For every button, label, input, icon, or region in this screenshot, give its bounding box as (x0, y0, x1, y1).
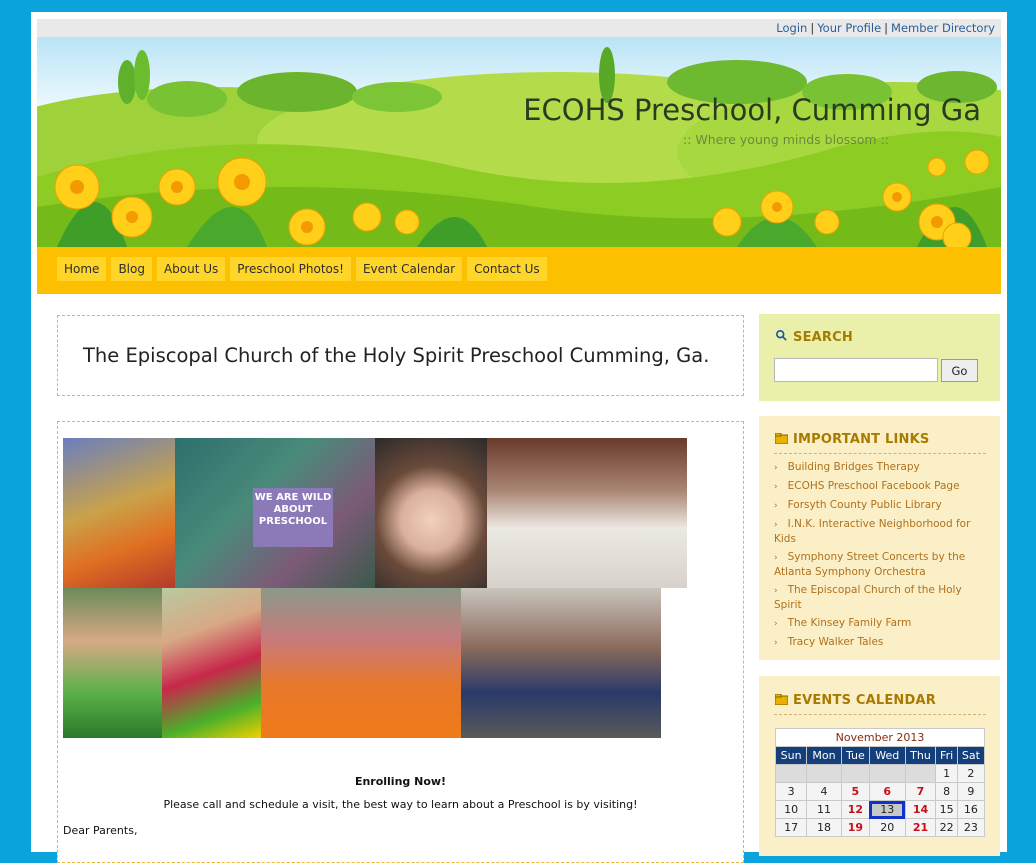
main-navigation: Home Blog About Us Preschool Photos! Eve… (37, 247, 1001, 294)
calendar-weekday-header: Sat (956, 746, 986, 765)
nav-preschool-photos[interactable]: Preschool Photos! (230, 257, 351, 281)
calendar-weekday-header: Wed (868, 746, 906, 765)
link-item[interactable]: › The Episcopal Church of the Holy Spirit (774, 583, 986, 612)
arrow-right-icon: › (774, 619, 778, 629)
site-title[interactable]: ECOHS Preschool, Cumming Ga (523, 93, 981, 127)
enrolling-now-text: Enrolling Now! (354, 775, 447, 788)
link-item[interactable]: › ECOHS Preschool Facebook Page (774, 479, 986, 494)
calendar-week-row: 10 11 12 13 14 15 16 (774, 800, 986, 819)
arrow-right-icon: › (774, 586, 778, 596)
search-icon (776, 330, 787, 341)
arrow-right-icon: › (774, 520, 778, 530)
link-item[interactable]: › Tracy Walker Tales (774, 635, 986, 650)
calendar-day-cell[interactable]: 2 (956, 764, 986, 783)
dear-parents-text: Dear Parents, (63, 824, 138, 837)
calendar-day-cell[interactable]: 6 (868, 782, 906, 801)
photo-siblings (461, 588, 661, 738)
page-title: The Episcopal Church of the Holy Spirit … (83, 344, 710, 367)
calendar-day-cell[interactable]: 12 (840, 800, 870, 819)
calendar-day-cell[interactable]: 15 (935, 800, 958, 819)
link-item[interactable]: › The Kinsey Family Farm (774, 616, 986, 631)
site-tagline: :: Where young minds blossom :: (683, 132, 889, 147)
calendar-day-cell[interactable]: 14 (904, 800, 937, 819)
link-item[interactable]: › Building Bridges Therapy (774, 460, 986, 475)
search-go-button[interactable]: Go (941, 359, 978, 382)
main-content: WE ARE WILD ABOUT PRESCHOOL Enrolling No… (57, 421, 744, 863)
folder-icon (775, 433, 788, 444)
photo-preschool-sign: WE ARE WILD ABOUT PRESCHOOL (175, 438, 375, 588)
search-title: SEARCH (793, 330, 853, 345)
arrow-right-icon: › (774, 553, 778, 563)
important-links-widget: IMPORTANT LINKS › Building Bridges Therap… (759, 416, 1000, 660)
calendar-day-cell[interactable]: 3 (774, 782, 808, 801)
link-item[interactable]: › I.N.K. Interactive Neighborhood for Kid… (774, 517, 986, 546)
calendar-week-row: 12 (774, 764, 986, 783)
calendar-month-label: November 2013 (775, 728, 985, 747)
calendar-weekday-header: Mon (806, 746, 842, 765)
calendar-empty-cell (868, 764, 906, 783)
calendar-day-cell[interactable]: 1 (935, 764, 958, 783)
important-links-list: › Building Bridges Therapy › ECOHS Prescho… (774, 460, 986, 654)
calendar-day-cell[interactable]: 5 (840, 782, 870, 801)
nav-blog[interactable]: Blog (111, 257, 152, 281)
photo-boy-ball (63, 588, 162, 738)
preschool-sign-text: WE ARE WILD ABOUT PRESCHOOL (253, 488, 333, 547)
calendar-weekday-header: Sun (774, 746, 808, 765)
page-title-box: The Episcopal Church of the Holy Spirit … (57, 315, 744, 396)
page: Login|Your Profile|Member Directory (31, 12, 1007, 863)
calendar-empty-cell (806, 764, 842, 783)
calendar-week-row: 3456789 (774, 782, 986, 801)
calendar-empty-cell (774, 764, 808, 783)
visit-invitation-text: Please call and schedule a visit, the be… (163, 798, 638, 811)
arrow-right-icon: › (774, 463, 778, 473)
photo-angels-choir (487, 438, 687, 588)
link-item[interactable]: › Symphony Street Concerts by the Atlanta… (774, 550, 986, 579)
important-links-title: IMPORTANT LINKS (793, 432, 930, 447)
calendar-today-cell[interactable]: 13 (868, 800, 906, 819)
arrow-right-icon: › (774, 482, 778, 492)
calendar-day-cell[interactable]: 4 (806, 782, 842, 801)
nav-event-calendar[interactable]: Event Calendar (355, 257, 463, 281)
photo-girl-crown (375, 438, 487, 588)
search-widget: SEARCH Go (759, 314, 1000, 401)
login-link[interactable]: Login (776, 21, 807, 35)
calendar-weekday-header: Thu (904, 746, 937, 765)
top-links-bar: Login | Your Profile | Member Directory (37, 19, 1001, 37)
photo-parachute (162, 588, 261, 738)
member-directory-link[interactable]: Member Directory (891, 21, 995, 35)
calendar-day-cell[interactable]: 11 (806, 800, 842, 819)
calendar-weekday-header: Tue (840, 746, 870, 765)
link-item[interactable]: › Forsyth County Public Library (774, 498, 986, 513)
events-calendar-title: EVENTS CALENDAR (793, 693, 936, 708)
photo-fish-ride (261, 588, 461, 738)
calendar-empty-cell (904, 764, 937, 783)
calendar-day-cell[interactable]: 9 (956, 782, 986, 801)
nav-home[interactable]: Home (57, 257, 107, 281)
arrow-right-icon: › (774, 638, 778, 648)
arrow-right-icon: › (774, 501, 778, 511)
calendar-empty-cell (840, 764, 870, 783)
calendar-table: November 2013 Sun Mon Tue Wed Thu Fri Sat 1234… (774, 728, 986, 837)
photo-boy-slide (63, 438, 175, 588)
events-calendar-widget: EVENTS CALENDAR November 2013 Sun Mon Tue W… (759, 676, 1000, 856)
search-input[interactable] (774, 358, 938, 382)
folder-icon (775, 694, 788, 705)
calendar-weekday-header: Fri (935, 746, 958, 765)
calendar-day-cell[interactable]: 7 (904, 782, 937, 801)
calendar-day-cell[interactable]: 10 (774, 800, 808, 819)
nav-contact-us[interactable]: Contact Us (467, 257, 547, 281)
header-banner: ECOHS Preschool, Cumming Ga :: Where you… (37, 37, 1001, 247)
nav-about-us[interactable]: About Us (156, 257, 226, 281)
calendar-day-cell[interactable]: 8 (935, 782, 958, 801)
your-profile-link[interactable]: Your Profile (817, 21, 881, 35)
calendar-day-cell[interactable]: 16 (956, 800, 986, 819)
